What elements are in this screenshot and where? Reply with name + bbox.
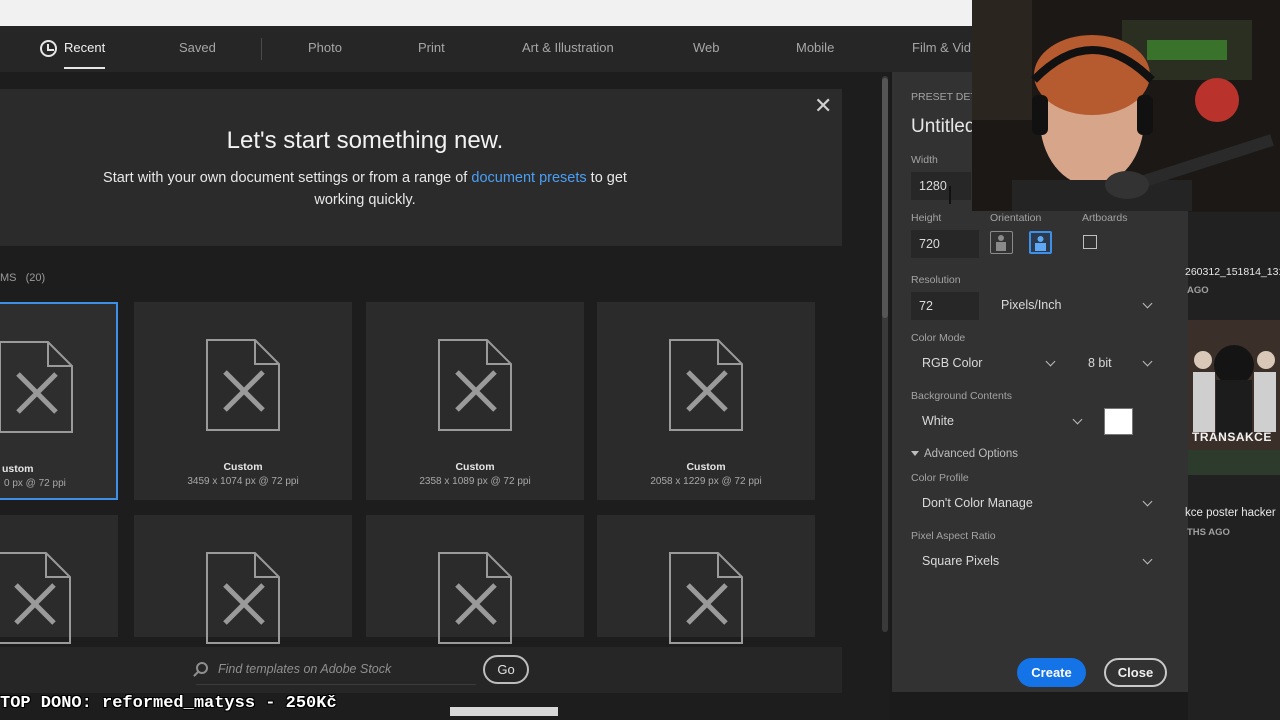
- disclosure-triangle-icon[interactable]: [911, 451, 919, 456]
- photoshop-new-document-dialog: Recent Saved Photo Print Art & Illustrat…: [0, 0, 1280, 720]
- landscape-orientation-button[interactable]: [1029, 231, 1052, 254]
- bottom-indicator: [450, 707, 558, 716]
- preset-card[interactable]: [134, 515, 352, 644]
- clock-icon: [40, 40, 57, 57]
- close-button[interactable]: Close: [1104, 658, 1167, 687]
- tab-recent[interactable]: Recent: [40, 26, 106, 72]
- chevron-down-icon: [1072, 414, 1083, 425]
- tab-photo[interactable]: Photo: [308, 26, 342, 72]
- tab-saved[interactable]: Saved: [179, 26, 216, 72]
- recent-file-age: AGO: [1187, 285, 1209, 296]
- webcam-overlay: [972, 0, 1280, 211]
- artboards-label: Artboards: [1082, 212, 1128, 224]
- portrait-icon: [996, 235, 1006, 251]
- preset-card[interactable]: [0, 515, 118, 644]
- preset-card[interactable]: [366, 515, 584, 644]
- presets-scrollbar-thumb[interactable]: [882, 78, 888, 318]
- preset-card[interactable]: Custom 2358 x 1089 px @ 72 ppi: [366, 302, 584, 500]
- preset-card[interactable]: [597, 515, 815, 644]
- recent-file-thumbnail[interactable]: TRANSAKCE: [1188, 320, 1280, 475]
- color-profile-select[interactable]: Don't Color Manage: [911, 489, 1160, 517]
- document-icon: [0, 341, 73, 433]
- background-color-swatch[interactable]: [1104, 408, 1133, 435]
- search-icon: [196, 662, 208, 674]
- width-label: Width: [911, 154, 938, 166]
- thumbnail-text: TRANSAKCE: [1192, 430, 1272, 444]
- tab-web[interactable]: Web: [693, 26, 720, 72]
- active-tab-underline: [64, 67, 106, 69]
- document-icon: [438, 339, 512, 431]
- background-contents-label: Background Contents: [911, 390, 1012, 402]
- chevron-down-icon: [1142, 554, 1153, 565]
- document-icon: [206, 552, 280, 644]
- text-cursor-icon: [949, 186, 951, 204]
- tab-film-video[interactable]: Film & Vid: [912, 26, 971, 72]
- stock-search-input[interactable]: [218, 660, 478, 678]
- resolution-unit-select[interactable]: Pixels/Inch: [990, 291, 1160, 319]
- color-mode-select[interactable]: RGB Color: [911, 349, 1063, 377]
- landscape-icon: [1035, 236, 1046, 251]
- advanced-options-toggle[interactable]: Advanced Options: [924, 448, 1018, 460]
- document-presets-link[interactable]: document presets: [471, 170, 586, 186]
- width-input[interactable]: 1280: [911, 172, 971, 200]
- bit-depth-select[interactable]: 8 bit: [1077, 349, 1160, 377]
- webcam-image: [972, 0, 1280, 211]
- background-contents-select[interactable]: White: [911, 407, 1091, 435]
- preset-card-selected[interactable]: ustom 0 px @ 72 ppi: [0, 302, 118, 500]
- section-header: MS (20): [0, 272, 46, 284]
- recent-file-name[interactable]: 260312_151814_131: [1185, 266, 1280, 278]
- orientation-label: Orientation: [990, 212, 1042, 224]
- preset-card[interactable]: Custom 2058 x 1229 px @ 72 ppi: [597, 302, 815, 500]
- document-icon: [669, 552, 743, 644]
- pixel-aspect-ratio-select[interactable]: Square Pixels: [911, 547, 1160, 575]
- welcome-banner: Let's start something new. Start with yo…: [0, 89, 842, 246]
- chevron-down-icon: [1142, 496, 1153, 507]
- chevron-down-icon: [1142, 298, 1153, 309]
- poster-thumbnail-image: [1188, 320, 1280, 475]
- tab-art-illustration[interactable]: Art & Illustration: [522, 26, 614, 72]
- chevron-down-icon: [1142, 356, 1153, 367]
- search-underline: [196, 684, 476, 685]
- recent-file-age: THS AGO: [1187, 527, 1230, 538]
- artboards-checkbox[interactable]: [1083, 235, 1097, 249]
- height-input[interactable]: 720: [911, 230, 979, 258]
- resolution-input[interactable]: 72: [911, 292, 979, 320]
- document-icon: [0, 552, 71, 644]
- chevron-down-icon: [1045, 356, 1056, 367]
- tab-separator: [261, 38, 262, 60]
- color-mode-label: Color Mode: [911, 332, 966, 344]
- resolution-label: Resolution: [911, 274, 961, 286]
- recent-file-name[interactable]: kce poster hacker: [1185, 507, 1276, 519]
- preset-card[interactable]: Custom 3459 x 1074 px @ 72 ppi: [134, 302, 352, 500]
- tab-mobile[interactable]: Mobile: [796, 26, 834, 72]
- top-window-strip: [0, 0, 972, 26]
- close-banner-icon[interactable]: ✕: [814, 95, 832, 117]
- create-button[interactable]: Create: [1017, 658, 1086, 687]
- tab-print[interactable]: Print: [418, 26, 445, 72]
- document-icon: [438, 552, 512, 644]
- document-icon: [206, 339, 280, 431]
- preset-category-tabs: Recent Saved Photo Print Art & Illustrat…: [0, 26, 972, 72]
- top-donor-banner: TOP DONO: reformed_matyss - 250Kč: [0, 694, 337, 713]
- welcome-title: Let's start something new.: [226, 127, 504, 154]
- portrait-orientation-button[interactable]: [990, 231, 1013, 254]
- welcome-text: Start with your own document settings or…: [103, 170, 627, 208]
- document-name-field[interactable]: Untitled: [911, 116, 975, 138]
- height-label: Height: [911, 212, 942, 224]
- pixel-aspect-ratio-label: Pixel Aspect Ratio: [911, 530, 996, 542]
- go-button[interactable]: Go: [483, 655, 529, 684]
- color-profile-label: Color Profile: [911, 472, 969, 484]
- document-icon: [669, 339, 743, 431]
